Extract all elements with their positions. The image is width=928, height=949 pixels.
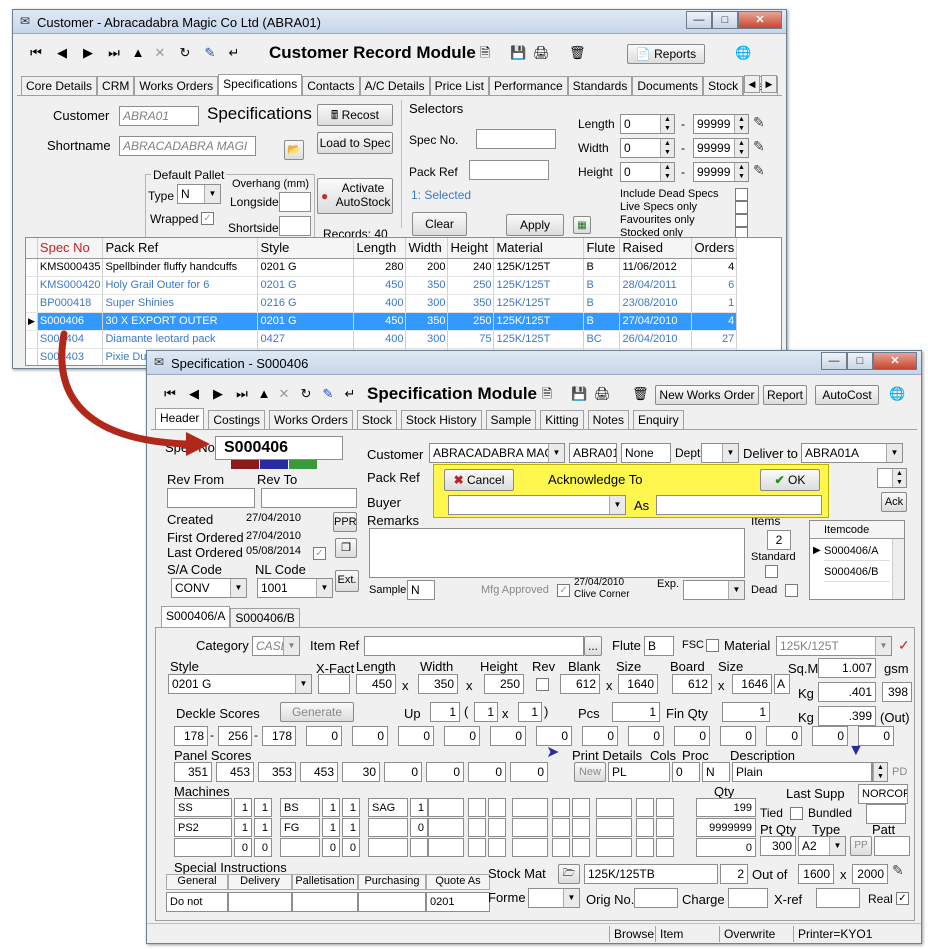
arrow-path [58, 330, 190, 448]
arrow-head-icon [186, 432, 210, 456]
connector-arrow [58, 330, 210, 456]
